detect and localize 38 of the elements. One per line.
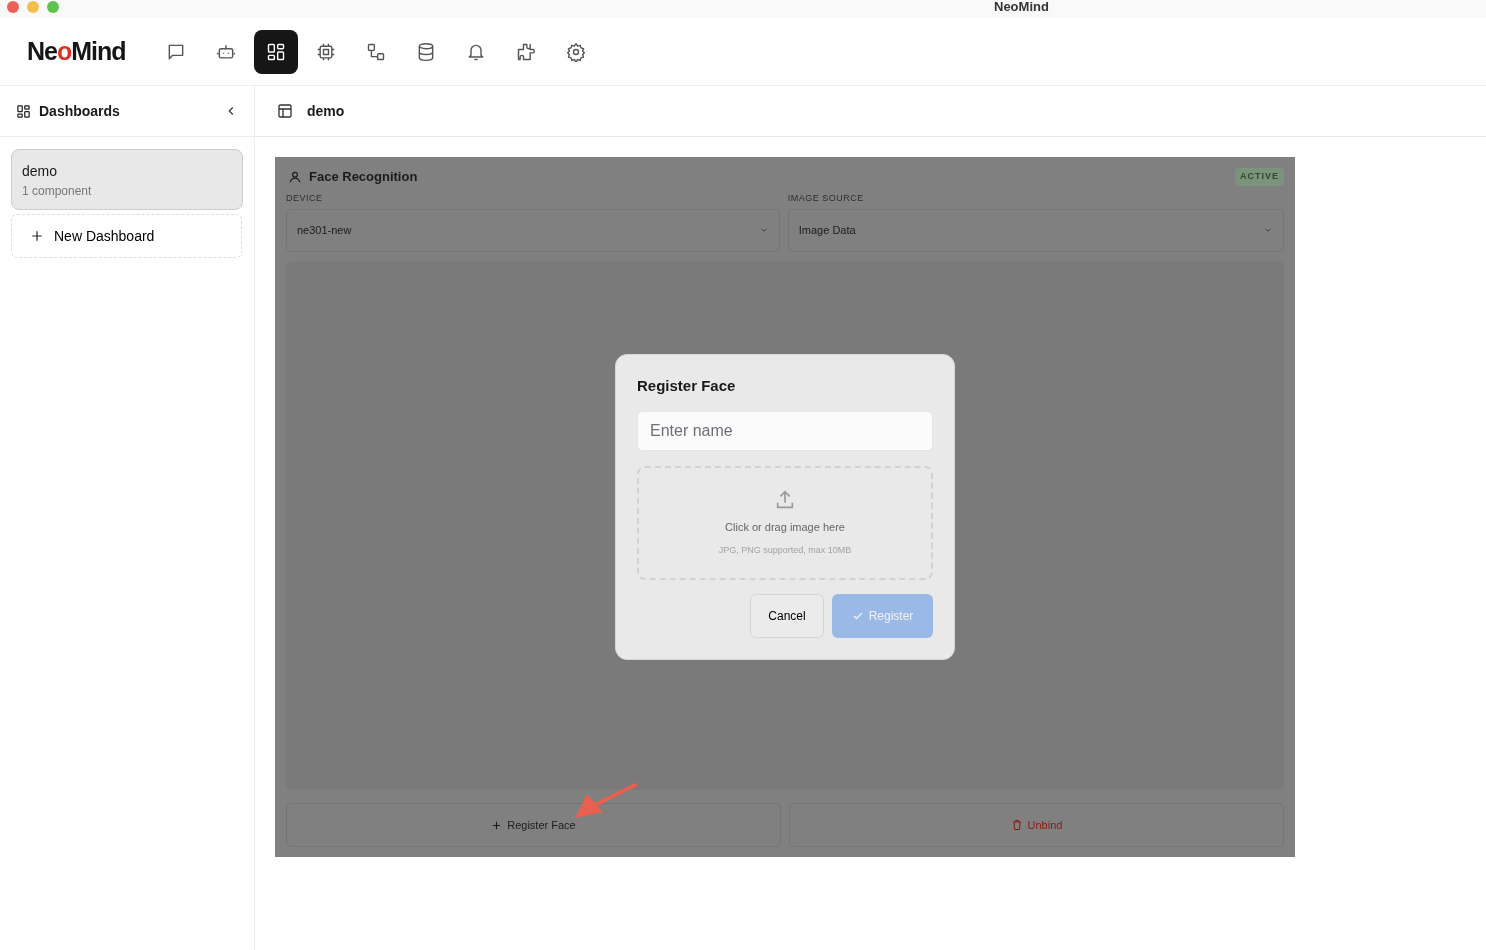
select-field[interactable]: Image Data bbox=[787, 208, 1284, 252]
window-title: NeoMind bbox=[994, 0, 1049, 14]
sidebar-title: Dashboards bbox=[39, 101, 120, 121]
dashboard-title: demo bbox=[307, 101, 345, 121]
dashboard-icon bbox=[265, 41, 286, 62]
dashboard-item[interactable]: demo 1 component bbox=[11, 149, 243, 210]
settings-icon bbox=[565, 41, 586, 62]
check-icon bbox=[851, 610, 864, 622]
select-field[interactable]: ne301-new bbox=[286, 208, 780, 252]
name-field[interactable]: Enter name bbox=[637, 411, 933, 451]
register-face-button[interactable]: Register Face bbox=[286, 803, 781, 847]
upload-hint: JPG, PNG supported, max 10MB bbox=[718, 544, 852, 557]
upload-area[interactable]: Click or drag image here JPG, PNG supported, max 10MB bbox=[637, 466, 933, 580]
component-title: Face Recognition bbox=[309, 168, 418, 187]
field-label: DEVICE bbox=[286, 192, 324, 205]
puzzle-icon bbox=[515, 41, 536, 62]
cancel-button[interactable]: Cancel bbox=[750, 594, 824, 638]
component-count: 1 component bbox=[22, 183, 93, 200]
dashboard-icon bbox=[16, 103, 31, 119]
field-label: IMAGE SOURCE bbox=[787, 192, 865, 205]
user-icon bbox=[288, 170, 302, 184]
upload-icon bbox=[774, 488, 796, 511]
plus-icon bbox=[30, 229, 44, 243]
nodes-icon bbox=[365, 41, 386, 62]
plus-icon bbox=[491, 819, 503, 831]
nav-button[interactable] bbox=[253, 29, 298, 74]
logo: NeoMind bbox=[27, 35, 126, 67]
unbind-button[interactable]: Unbind bbox=[789, 803, 1284, 847]
annotation-arrow bbox=[573, 782, 637, 820]
layout-icon bbox=[277, 103, 293, 119]
new-dashboard-button[interactable]: New Dashboard bbox=[11, 214, 242, 258]
upload-text: Click or drag image here bbox=[725, 519, 845, 535]
dialog-title: Register Face bbox=[637, 377, 737, 395]
chip-icon bbox=[315, 41, 336, 62]
status-badge: ACTIVE bbox=[1235, 168, 1284, 186]
close-window-button[interactable] bbox=[7, 1, 19, 13]
trash-icon bbox=[1010, 819, 1023, 831]
dashboard-name: demo bbox=[22, 162, 59, 181]
